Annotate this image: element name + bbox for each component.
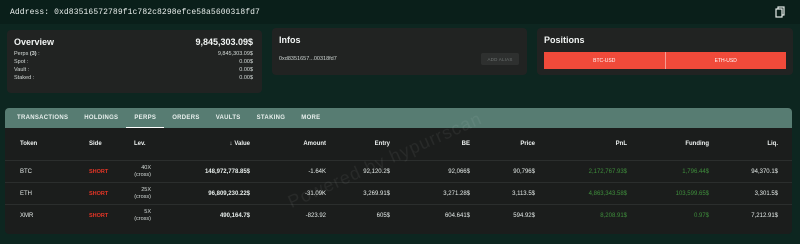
be-cell: 604.641$ <box>444 212 470 219</box>
infos-address: 0xd8351657...00318fd7 <box>279 56 337 62</box>
staked-label: Staked : <box>14 75 35 81</box>
overview-card: Overview 9,845,303.09$ Perps (3) : 9,845… <box>7 30 262 93</box>
funding-cell: 1,796.44$ <box>682 168 709 175</box>
overview-row-spot: Spot : 0.00$ <box>14 59 253 67</box>
add-alias-button[interactable]: ADD ALIAS <box>481 53 519 65</box>
infos-card: Infos 0xd8351657...00318fd7 ADD ALIAS <box>272 28 527 75</box>
tab-perps[interactable]: PERPS <box>126 108 165 128</box>
pnl-cell: 4,863,343.58$ <box>588 190 627 197</box>
price-cell: 3,113.5$ <box>512 190 535 197</box>
entry-cell: 605$ <box>376 212 390 219</box>
tab-bar: TRANSACTIONS HOLDINGS PERPS ORDERS VAULT… <box>5 108 792 128</box>
token-cell[interactable]: XMR <box>20 205 33 226</box>
perps-value: 9,845,303.09$ <box>217 51 253 57</box>
side-cell: SHORT <box>89 168 109 175</box>
positions-bar: BTC-USD ETH-USD <box>544 52 786 69</box>
tab-holdings[interactable]: HOLDINGS <box>76 108 126 128</box>
header-pnl[interactable]: PnL <box>616 138 627 150</box>
table-row[interactable]: BTC SHORT 40X (cross) 148,972,778.85$ -1… <box>5 160 792 182</box>
header-token[interactable]: Token <box>20 138 37 150</box>
amount-cell: -823.92 <box>305 212 326 219</box>
positions-card: Positions BTC-USD ETH-USD <box>537 28 793 75</box>
header-liq[interactable]: Liq. <box>767 138 778 150</box>
pnl-cell: 2,172,767.93$ <box>588 168 627 175</box>
overview-total: 9,845,303.09$ <box>195 37 253 47</box>
overview-title: Overview <box>14 37 55 47</box>
address-bar: Address: 0xd83516572789f1c782c8298efce58… <box>0 0 800 24</box>
vault-value: 0.00$ <box>239 67 253 73</box>
overview-row-staked: Staked : 0.00$ <box>14 75 253 83</box>
entry-cell: 3,269.91$ <box>363 190 390 197</box>
perps-label: Perps (3) : <box>14 51 40 57</box>
position-segment-btc[interactable]: BTC-USD <box>544 52 665 69</box>
be-cell: 3,271.28$ <box>443 190 470 197</box>
leverage-value: 40X <box>141 164 151 171</box>
leverage-cell: 5X (cross) <box>134 205 151 226</box>
side-cell: SHORT <box>89 190 109 197</box>
table-row[interactable]: XMR SHORT 5X (cross) 490,164.7$ -823.92 … <box>5 204 792 226</box>
staked-value: 0.00$ <box>239 75 253 81</box>
tab-more[interactable]: MORE <box>293 108 328 128</box>
leverage-value: 25X <box>141 186 151 193</box>
value-cell: 490,164.7$ <box>219 212 250 219</box>
header-entry[interactable]: Entry <box>375 138 390 150</box>
header-side[interactable]: Side <box>89 138 102 150</box>
amount-cell: -1.64K <box>308 168 326 175</box>
header-price[interactable]: Price <box>520 138 535 150</box>
header-funding[interactable]: Funding <box>685 138 709 150</box>
spot-value: 0.00$ <box>239 59 253 65</box>
entry-cell: 92,120.2$ <box>363 168 390 175</box>
value-cell: 148,972,778.85$ <box>204 168 250 175</box>
tab-staking[interactable]: STAKING <box>249 108 294 128</box>
value-cell: 96,809,230.22$ <box>208 190 250 197</box>
tab-orders[interactable]: ORDERS <box>164 108 207 128</box>
liq-cell: 3,301.5$ <box>754 190 778 197</box>
overview-row-perps[interactable]: Perps (3) : 9,845,303.09$ <box>14 51 253 59</box>
infos-title: Infos <box>279 35 301 45</box>
header-value[interactable]: ↓ Value <box>229 138 250 150</box>
price-cell: 594.92$ <box>513 212 535 219</box>
leverage-cell: 40X (cross) <box>134 161 151 182</box>
amount-cell: -31.09K <box>304 190 326 197</box>
liq-cell: 94,370.1$ <box>751 168 778 175</box>
tab-transactions[interactable]: TRANSACTIONS <box>9 108 76 128</box>
funding-cell: 103,599.65$ <box>675 190 709 197</box>
table-row[interactable]: ETH SHORT 25X (cross) 96,809,230.22$ -31… <box>5 182 792 204</box>
leverage-mode: (cross) <box>134 215 151 222</box>
be-cell: 92,066$ <box>448 168 470 175</box>
tab-vaults[interactable]: VAULTS <box>208 108 249 128</box>
address-text: Address: 0xd83516572789f1c782c8298efce58… <box>10 7 260 17</box>
side-cell: SHORT <box>89 212 109 219</box>
leverage-mode: (cross) <box>134 171 151 178</box>
pnl-cell: 8,208.91$ <box>600 212 627 219</box>
header-be[interactable]: BE <box>462 138 470 150</box>
header-value-label: Value <box>234 141 250 147</box>
copy-icon[interactable] <box>775 6 785 18</box>
liq-cell: 7,212.91$ <box>751 212 778 219</box>
price-cell: 90,796$ <box>513 168 535 175</box>
overview-row-vault: Vault : 0.00$ <box>14 67 253 75</box>
token-cell[interactable]: BTC <box>20 161 32 182</box>
leverage-mode: (cross) <box>134 193 151 200</box>
header-lev[interactable]: Lev. <box>134 138 146 150</box>
arrow-down-icon: ↓ <box>229 141 233 147</box>
table-header: Token Side Lev. ↓ Value Amount Entry BE P… <box>5 138 792 150</box>
token-cell[interactable]: ETH <box>20 183 32 204</box>
positions-title: Positions <box>544 35 585 45</box>
position-segment-eth[interactable]: ETH-USD <box>664 52 787 69</box>
spot-label: Spot : <box>14 59 29 65</box>
header-amount[interactable]: Amount <box>303 138 326 150</box>
funding-cell: 0.97$ <box>693 212 709 219</box>
perps-panel: TRANSACTIONS HOLDINGS PERPS ORDERS VAULT… <box>5 108 792 234</box>
leverage-value: 5X <box>144 208 151 215</box>
leverage-cell: 25X (cross) <box>134 183 151 204</box>
vault-label: Vault : <box>14 67 30 73</box>
